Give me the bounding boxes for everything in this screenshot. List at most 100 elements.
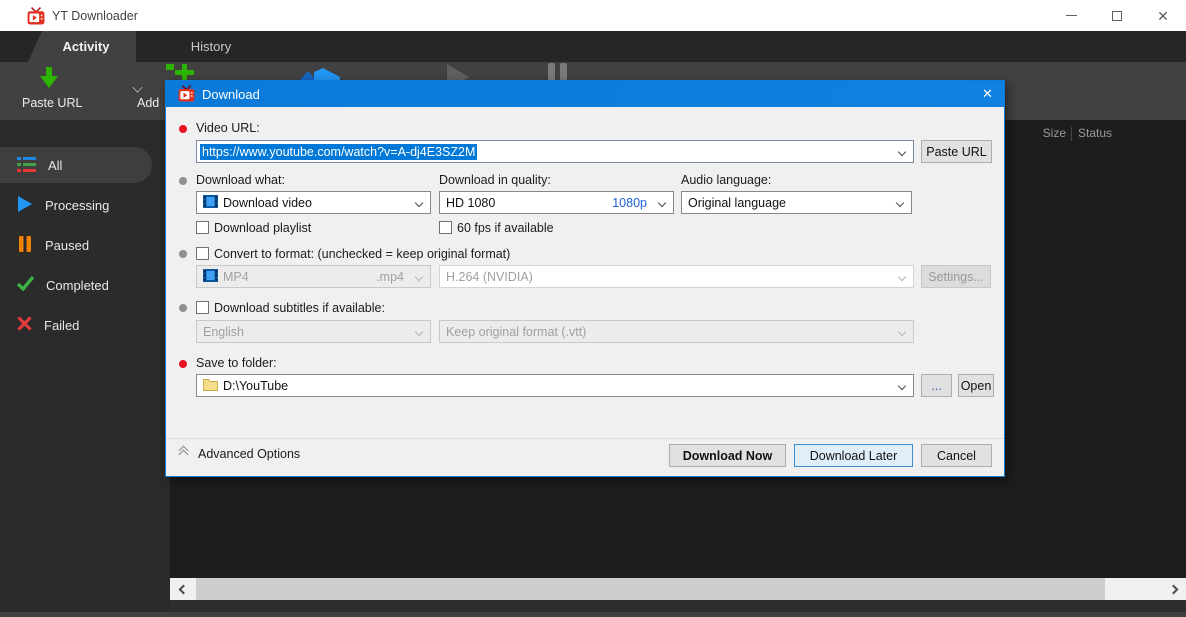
audio-language-label: Audio language: — [681, 173, 771, 187]
scroll-left-icon — [178, 584, 188, 594]
browse-folder-button[interactable]: ... — [921, 374, 952, 397]
format-value: MP4 — [223, 270, 249, 284]
tab-history-label: History — [191, 39, 231, 54]
dialog-titlebar: Download — [166, 81, 1004, 107]
tab-activity-label: Activity — [63, 39, 110, 54]
sidebar: All Processing Paused Completed Failed — [0, 120, 170, 617]
download-arrow-icon — [38, 67, 60, 97]
close-button[interactable]: ✕ — [1140, 0, 1186, 31]
maximize-button[interactable] — [1094, 0, 1140, 31]
dialog-title: Download — [202, 87, 260, 102]
minimize-button[interactable] — [1048, 0, 1094, 31]
chevron-down-icon — [896, 199, 904, 207]
subtitles-checkbox[interactable] — [196, 301, 209, 314]
save-folder-value: D:\YouTube — [223, 379, 288, 393]
subtitles-language-dropdown: English — [196, 320, 431, 343]
chevron-down-icon — [898, 382, 906, 390]
paused-pause-icon — [17, 236, 33, 255]
format-dropdown: MP4 .mp4 — [196, 265, 431, 288]
sidebar-item-label: Failed — [44, 318, 79, 333]
chevron-down-icon — [415, 199, 423, 207]
download-playlist-checkbox[interactable] — [196, 221, 209, 234]
add-list-icon[interactable] — [166, 64, 174, 70]
sidebar-item-label: Paused — [45, 238, 89, 253]
convert-format-label: Convert to format: (unchecked = keep ori… — [214, 247, 510, 261]
sidebar-item-failed[interactable]: Failed — [0, 306, 170, 344]
cancel-button[interactable]: Cancel — [921, 444, 992, 467]
completed-check-icon — [17, 276, 34, 294]
sidebar-item-paused[interactable]: Paused — [0, 226, 170, 264]
film-icon — [203, 268, 218, 286]
window-title: YT Downloader — [52, 0, 138, 31]
tab-history[interactable]: History — [160, 31, 262, 62]
video-url-value: https://www.youtube.com/watch?v=A-dj4E3S… — [200, 144, 477, 160]
quality-badge: 1080p — [612, 196, 647, 210]
bottom-edge — [0, 612, 1186, 617]
download-playlist-label: Download playlist — [214, 221, 311, 235]
quality-dropdown[interactable]: HD 1080 1080p — [439, 191, 674, 214]
close-icon: ✕ — [1157, 9, 1169, 23]
paste-url-button[interactable]: Paste URL — [921, 140, 992, 163]
settings-button: Settings... — [921, 265, 991, 288]
convert-format-checkbox[interactable] — [196, 247, 209, 260]
format-ext: .mp4 — [376, 270, 404, 284]
advanced-options-toggle[interactable] — [180, 447, 187, 458]
download-dialog: Download ✕ Video URL: https://www.youtub… — [165, 80, 1005, 477]
app-tv-icon — [27, 7, 45, 30]
required-bullet — [179, 125, 187, 133]
quality-label: Download in quality: — [439, 173, 551, 187]
open-folder-button[interactable]: Open — [958, 374, 994, 397]
option-bullet — [179, 304, 187, 312]
sidebar-item-completed[interactable]: Completed — [0, 266, 170, 304]
list-all-icon — [17, 156, 36, 175]
video-url-input[interactable]: https://www.youtube.com/watch?v=A-dj4E3S… — [196, 140, 914, 163]
folder-icon — [203, 378, 218, 394]
sidebar-item-label: Processing — [45, 198, 109, 213]
codec-dropdown: H.264 (NVIDIA) — [439, 265, 914, 288]
paste-url-toolbar-button[interactable]: Paste URL — [22, 96, 82, 110]
sidebar-item-label: All — [48, 158, 62, 173]
scrollbar-thumb[interactable] — [196, 578, 1105, 600]
chevron-down-icon[interactable] — [898, 148, 906, 156]
chevron-down-icon — [898, 328, 906, 336]
subtitles-language-value: English — [203, 325, 244, 339]
save-folder-dropdown[interactable]: D:\YouTube — [196, 374, 914, 397]
audio-language-value: Original language — [688, 196, 786, 210]
chevron-down-icon — [415, 328, 423, 336]
video-url-label: Video URL: — [196, 121, 260, 135]
app-window: YT Downloader ✕ Activity History Paste U… — [0, 0, 1186, 617]
dialog-close-button[interactable]: ✕ — [971, 81, 1004, 107]
download-later-button[interactable]: Download Later — [794, 444, 913, 467]
sidebar-item-label: Completed — [46, 278, 109, 293]
codec-value: H.264 (NVIDIA) — [446, 270, 533, 284]
horizontal-scrollbar — [170, 578, 1186, 600]
column-header-size[interactable]: Size — [1016, 126, 1066, 140]
save-folder-label: Save to folder: — [196, 356, 277, 370]
download-now-button[interactable]: Download Now — [669, 444, 786, 467]
sidebar-item-all[interactable]: All — [0, 146, 170, 184]
download-what-dropdown[interactable]: Download video — [196, 191, 431, 214]
sidebar-item-processing[interactable]: Processing — [0, 186, 170, 224]
subtitles-format-value: Keep original format (.vtt) — [446, 325, 586, 339]
tab-bar: Activity History — [0, 31, 1186, 62]
add-plus-icon-bar — [175, 70, 194, 75]
scroll-right-button[interactable] — [1160, 578, 1186, 600]
required-bullet — [179, 360, 187, 368]
add-toolbar-button[interactable]: Add — [137, 96, 159, 110]
fps-label: 60 fps if available — [457, 221, 554, 235]
footer-separator — [166, 438, 1004, 439]
column-separator — [1071, 127, 1072, 141]
column-header-status[interactable]: Status — [1078, 126, 1112, 140]
tab-activity[interactable]: Activity — [28, 31, 136, 62]
chevron-down-icon — [415, 273, 423, 281]
advanced-options-label[interactable]: Advanced Options — [198, 447, 300, 461]
option-bullet — [179, 250, 187, 258]
audio-language-dropdown[interactable]: Original language — [681, 191, 912, 214]
paste-url-dropdown-chevron-icon[interactable] — [132, 82, 142, 92]
chevron-down-icon — [658, 199, 666, 207]
minimize-icon — [1066, 15, 1077, 16]
fps-checkbox[interactable] — [439, 221, 452, 234]
scroll-left-button[interactable] — [170, 578, 196, 600]
window-titlebar: YT Downloader ✕ — [0, 0, 1186, 31]
failed-x-icon — [17, 316, 32, 334]
